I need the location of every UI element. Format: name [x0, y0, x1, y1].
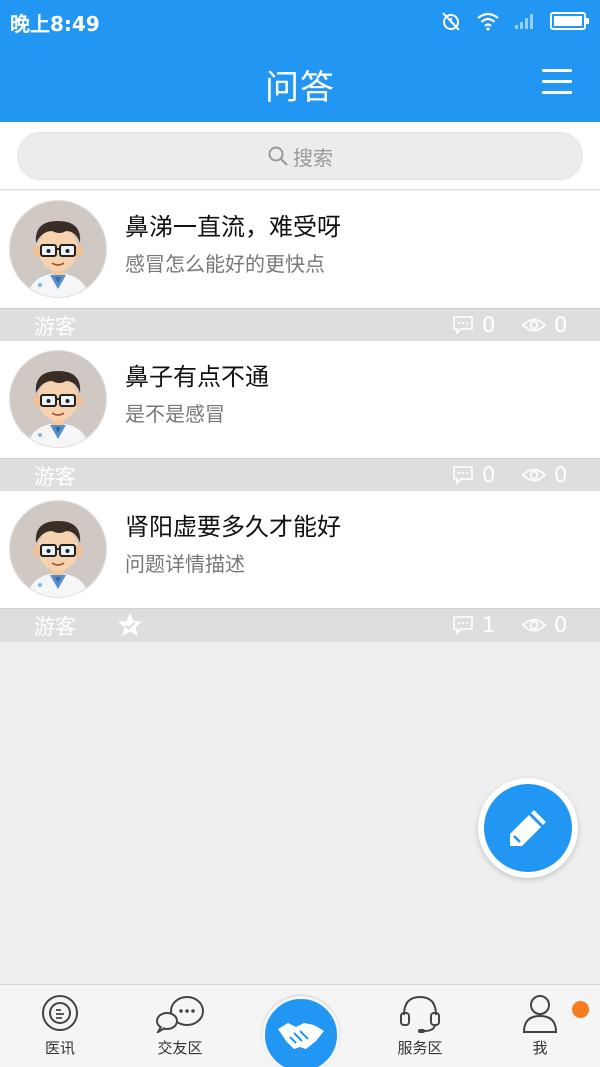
- question-title: 肾阳虚要多久才能好: [125, 513, 341, 541]
- user-icon: [522, 995, 558, 1033]
- question-item[interactable]: 鼻子有点不通 是不是感冒 游客 0 0: [0, 341, 600, 492]
- question-user: 游客: [34, 315, 76, 339]
- question-meta: 游客 0 0: [0, 308, 600, 342]
- signal-icon: [515, 14, 533, 29]
- status-time: 晚上8:49: [10, 12, 100, 36]
- question-user: 游客: [34, 465, 76, 489]
- question-item[interactable]: 肾阳虚要多久才能好 问题详情描述 游客 1 0: [0, 491, 600, 642]
- chat-icon: [156, 996, 204, 1033]
- comment-count: 0: [452, 313, 495, 337]
- view-count-value: 0: [554, 313, 568, 337]
- handshake-icon: [278, 1023, 324, 1049]
- eye-icon: [522, 318, 546, 332]
- avatar: [10, 501, 106, 597]
- question-user: 游客: [34, 615, 76, 639]
- status-bar: 晚上8:49: [0, 0, 600, 42]
- nav-label: 我: [532, 1039, 548, 1057]
- nav-item-service[interactable]: 服务区: [360, 991, 480, 1063]
- view-count-value: 0: [554, 613, 568, 637]
- question-description: 问题详情描述: [125, 552, 245, 576]
- view-count-value: 0: [554, 463, 568, 487]
- question-description: 是不是感冒: [125, 402, 225, 426]
- menu-icon: [542, 69, 572, 72]
- notification-dot: [572, 1001, 589, 1018]
- comment-icon: [453, 466, 473, 485]
- search-icon: [268, 146, 288, 166]
- view-count: 0: [522, 313, 567, 337]
- page-title: 问答: [265, 68, 335, 108]
- comment-count: 1: [452, 613, 495, 637]
- avatar: [10, 201, 106, 297]
- app-header: 问答: [0, 42, 600, 122]
- comment-count-value: 0: [482, 313, 496, 337]
- question-title: 鼻子有点不通: [125, 363, 269, 391]
- alarm-off-icon: [442, 12, 460, 31]
- question-meta: 游客 1 0: [0, 608, 600, 642]
- headset-icon: [400, 995, 440, 1033]
- question-title: 鼻涕一直流，难受呀: [125, 213, 341, 241]
- avatar: [10, 351, 106, 447]
- battery-icon: [550, 12, 589, 30]
- eye-icon: [522, 618, 546, 632]
- menu-button[interactable]: [542, 66, 574, 98]
- verified-badge: [116, 611, 144, 643]
- comment-count-value: 0: [482, 463, 496, 487]
- question-card[interactable]: 鼻涕一直流，难受呀 感冒怎么能好的更快点: [0, 191, 600, 308]
- nav-item-handshake[interactable]: [262, 996, 340, 1067]
- nav-label: 交友区: [157, 1039, 203, 1057]
- question-description: 感冒怎么能好的更快点: [125, 252, 325, 276]
- search-bar: 搜索: [0, 122, 600, 190]
- question-card[interactable]: 肾阳虚要多久才能好 问题详情描述: [0, 491, 600, 608]
- comment-count-value: 1: [482, 613, 496, 637]
- comment-count: 0: [452, 463, 495, 487]
- nav-label: 医讯: [44, 1039, 75, 1057]
- verified-star-icon: [118, 613, 142, 636]
- question-card[interactable]: 鼻子有点不通 是不是感冒: [0, 341, 600, 458]
- question-meta: 游客 0 0: [0, 458, 600, 492]
- comment-icon: [453, 316, 473, 335]
- search-placeholder: 搜索: [293, 145, 333, 170]
- search-input[interactable]: 搜索: [17, 132, 583, 180]
- wifi-icon: [477, 12, 499, 31]
- news-icon: [42, 995, 78, 1031]
- status-icons: [440, 10, 590, 32]
- view-count: 0: [522, 463, 567, 487]
- comment-icon: [453, 616, 473, 635]
- nav-item-news[interactable]: 医讯: [0, 991, 120, 1063]
- view-count: 0: [522, 613, 567, 637]
- new-question-button[interactable]: [478, 778, 578, 878]
- nav-label: 服务区: [397, 1039, 443, 1057]
- nav-item-social[interactable]: 交友区: [120, 991, 240, 1063]
- question-item[interactable]: 鼻涕一直流，难受呀 感冒怎么能好的更快点 游客 0 0: [0, 191, 600, 342]
- eye-icon: [522, 468, 546, 482]
- pencil-icon: [510, 810, 546, 846]
